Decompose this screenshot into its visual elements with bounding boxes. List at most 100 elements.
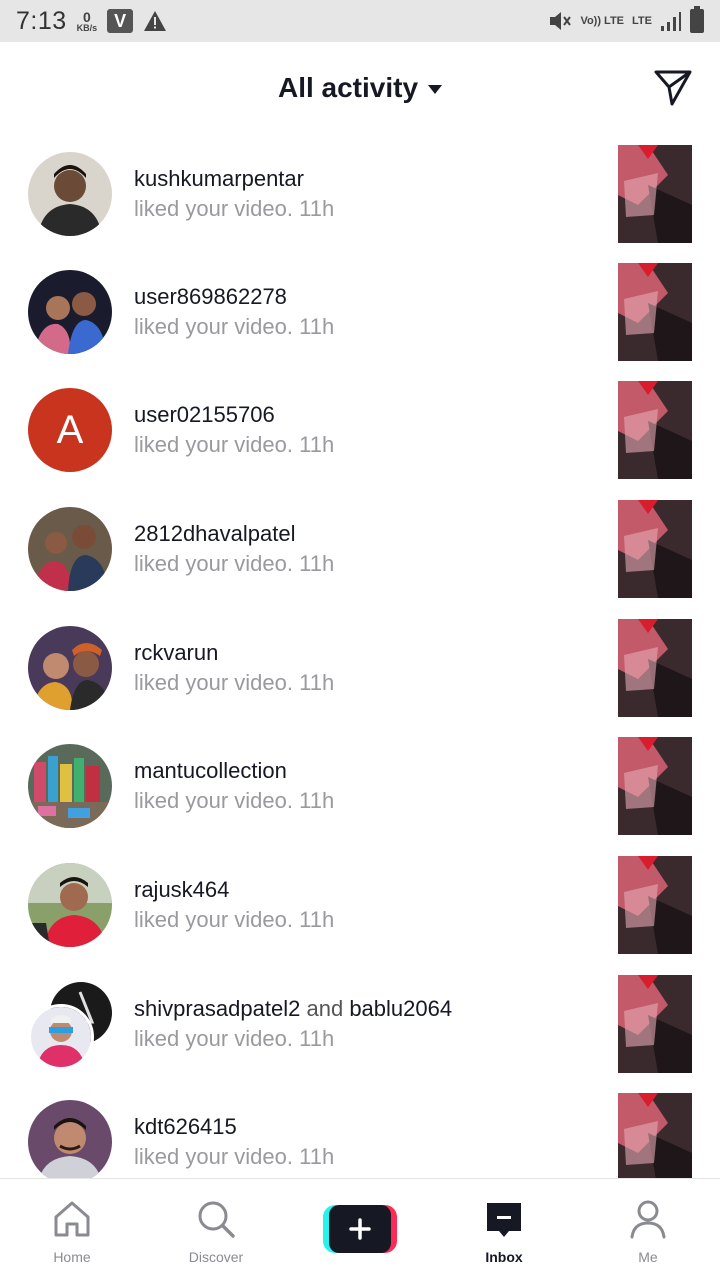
username[interactable]: 2812dhavalpatel — [134, 519, 334, 549]
activity-row[interactable]: 2812dhavalpatel liked your video. 11h — [0, 489, 720, 607]
avatar[interactable] — [28, 626, 112, 710]
activity-text: 2812dhavalpatel liked your video. 11h — [134, 519, 334, 579]
network-speed: 0 KB/s — [77, 10, 98, 33]
activity-action: liked your video. — [134, 788, 293, 813]
activity-time: 11h — [299, 1144, 335, 1169]
username[interactable]: kdt626415 — [134, 1112, 334, 1142]
create-video-button[interactable] — [323, 1205, 397, 1253]
activity-time: 11h — [299, 670, 335, 695]
avatar-letter: A — [56, 407, 84, 452]
username[interactable]: shivprasadpatel2 — [134, 996, 300, 1021]
nav-me[interactable]: Me — [576, 1179, 720, 1280]
avatar[interactable] — [28, 1100, 112, 1178]
video-thumbnail[interactable] — [618, 975, 692, 1073]
activity-action: liked your video. — [134, 670, 293, 695]
direct-message-button[interactable] — [652, 66, 694, 108]
username[interactable]: mantucollection — [134, 756, 334, 786]
activity-action: liked your video. — [134, 1144, 293, 1169]
activity-description: liked your video. 11h — [134, 668, 334, 698]
mute-icon — [550, 12, 572, 30]
activity-text: kdt626415 liked your video. 11h — [134, 1112, 334, 1172]
avatar[interactable] — [28, 270, 112, 354]
activity-text: kushkumarpentar liked your video. 11h — [134, 164, 334, 224]
video-thumbnail[interactable] — [618, 1093, 692, 1178]
video-thumbnail[interactable] — [618, 500, 692, 598]
status-time: 7:13 — [16, 6, 67, 35]
battery-icon — [690, 6, 704, 33]
activity-row[interactable]: A user02155706 liked your video. 11h — [0, 370, 720, 488]
activity-description: liked your video. 11h — [134, 194, 334, 224]
video-thumbnail[interactable] — [618, 737, 692, 835]
activity-row[interactable]: mantucollection liked your video. 11h — [0, 726, 720, 844]
activity-text: mantucollection liked your video. 11h — [134, 756, 334, 816]
activity-description: liked your video. 11h — [134, 549, 334, 579]
activity-time: 11h — [299, 907, 335, 932]
username-joiner: and — [306, 996, 344, 1021]
activity-description: liked your video. 11h — [134, 430, 334, 460]
activity-row[interactable]: rajusk464 liked your video. 11h — [0, 845, 720, 963]
activity-action: liked your video. — [134, 196, 293, 221]
activity-row[interactable]: rckvarun liked your video. 11h — [0, 608, 720, 726]
activity-action: liked your video. — [134, 907, 293, 932]
activity-row[interactable]: kushkumarpentar liked your video. 11h — [0, 134, 720, 252]
activity-row[interactable]: shivprasadpatel2 and bablu2064 liked you… — [0, 964, 720, 1082]
username[interactable]: rckvarun — [134, 638, 334, 668]
activity-filter-dropdown[interactable]: All activity — [277, 72, 443, 104]
avatar[interactable] — [28, 744, 112, 828]
video-thumbnail[interactable] — [618, 263, 692, 361]
status-bar: 7:13 0 KB/s V Vo)) LTE LTE — [0, 0, 720, 42]
activity-row[interactable]: kdt626415 liked your video. 11h — [0, 1082, 720, 1178]
status-right: Vo)) LTE LTE — [548, 6, 704, 33]
activity-description: liked your video. 11h — [134, 786, 334, 816]
video-thumbnail[interactable] — [618, 619, 692, 717]
grouped-avatars[interactable] — [28, 982, 116, 1070]
plus-icon — [349, 1218, 371, 1240]
video-thumbnail[interactable] — [618, 381, 692, 479]
video-thumbnail[interactable] — [618, 145, 692, 243]
app-notification-icon: V — [107, 9, 134, 33]
usernames-line: shivprasadpatel2 and bablu2064 — [134, 994, 452, 1024]
activity-time: 11h — [299, 1026, 335, 1051]
avatar[interactable] — [28, 863, 112, 947]
avatar-primary — [28, 1004, 94, 1070]
nav-inbox[interactable]: Inbox — [432, 1179, 576, 1280]
activity-action: liked your video. — [134, 314, 293, 339]
activity-description: liked your video. 11h — [134, 1142, 334, 1172]
nav-home[interactable]: Home — [0, 1179, 144, 1280]
nav-me-label: Me — [638, 1249, 658, 1265]
signal-icon — [661, 12, 681, 31]
video-thumbnail[interactable] — [618, 856, 692, 954]
page-title: All activity — [277, 72, 419, 103]
username[interactable]: user869862278 — [134, 282, 334, 312]
activity-text: rajusk464 liked your video. 11h — [134, 875, 334, 935]
activity-description: liked your video. 11h — [134, 905, 334, 935]
nav-discover-label: Discover — [188, 1249, 244, 1265]
activity-time: 11h — [299, 432, 335, 457]
warning-icon — [144, 11, 167, 31]
activity-row[interactable]: user869862278 liked your video. 11h — [0, 252, 720, 370]
avatar[interactable] — [28, 507, 112, 591]
volte-indicator: Vo)) LTE — [580, 14, 625, 27]
activity-time: 11h — [299, 551, 335, 576]
lte-indicator: LTE — [632, 14, 652, 27]
username[interactable]: user02155706 — [134, 400, 334, 430]
activity-action: liked your video. — [134, 551, 293, 576]
username[interactable]: kushkumarpentar — [134, 164, 334, 194]
caret-down-icon — [428, 85, 443, 94]
network-speed-unit: KB/s — [76, 22, 98, 33]
nav-discover[interactable]: Discover — [144, 1179, 288, 1280]
home-icon — [54, 1201, 90, 1237]
activity-text: rckvarun liked your video. 11h — [134, 638, 334, 698]
avatar[interactable] — [28, 152, 112, 236]
username[interactable]: rajusk464 — [134, 875, 334, 905]
inbox-header: All activity — [0, 42, 720, 134]
username-secondary[interactable]: bablu2064 — [349, 996, 452, 1021]
activity-time: 11h — [299, 788, 335, 813]
activity-action: liked your video. — [134, 432, 293, 457]
activity-text: user869862278 liked your video. 11h — [134, 282, 334, 342]
activity-action: liked your video. — [134, 1026, 293, 1051]
network-speed-value: 0 — [83, 8, 91, 25]
avatar[interactable]: A — [28, 388, 112, 472]
nav-create[interactable] — [288, 1179, 432, 1280]
bottom-nav: Home Discover Inbox Me — [0, 1178, 720, 1280]
